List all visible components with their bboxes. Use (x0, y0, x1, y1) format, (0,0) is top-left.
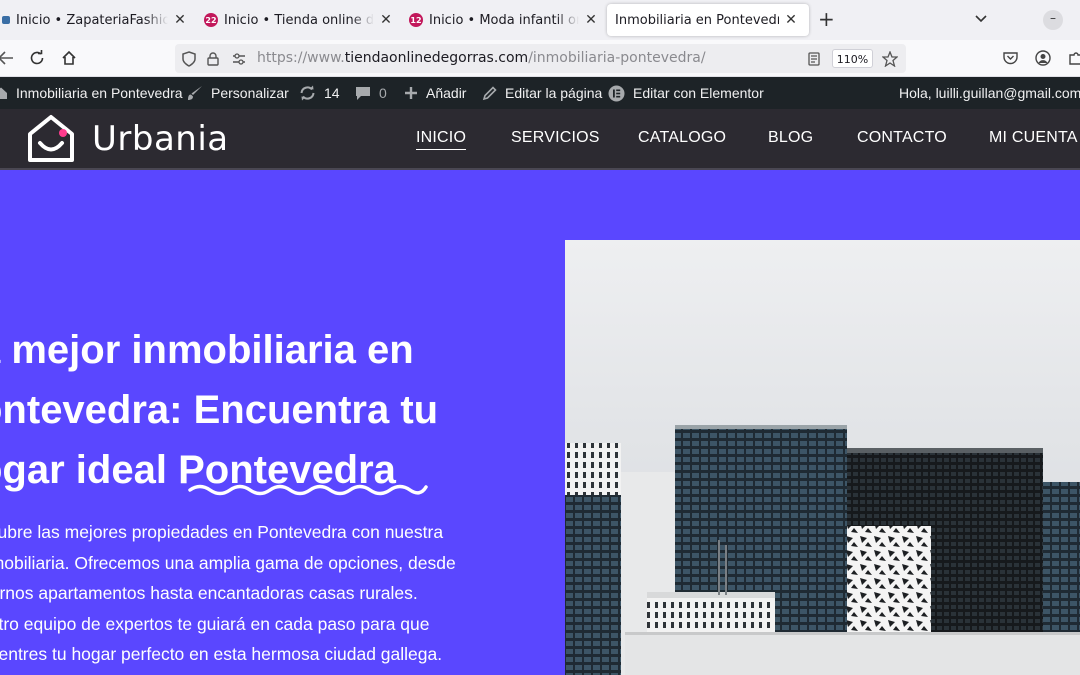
admin-customize-label: Personalizar (211, 85, 289, 101)
logo-text: Urbania (92, 119, 229, 159)
updates-refresh-icon (299, 85, 316, 101)
browser-tab-strip: Inicio • ZapateriaFashion ✕ 22 Inicio • … (0, 0, 1080, 40)
hero-title-line-text: ogar ideal (0, 448, 167, 492)
menu-item-catalogo[interactable]: CATALOGO (638, 129, 726, 147)
tab-inmobiliaria-pontevedra[interactable]: Inmobiliaria en Pontevedra ✕ (607, 4, 809, 36)
browser-nav-bar: https://www.tiendaonlinedegorras.com/inm… (0, 40, 1080, 77)
hero-title-line: ontevedra: Encuentra tu (0, 388, 439, 432)
admin-elementor-label: Editar con Elementor (633, 85, 764, 101)
hero-desc-line: scubre las mejores propiedades en Pontev… (0, 522, 444, 542)
home-icon[interactable] (59, 48, 79, 68)
zoom-level-button[interactable]: 110% (832, 49, 873, 68)
elementor-icon (608, 85, 625, 102)
favicon-icon (2, 16, 10, 24)
tab-title: Inicio • Moda infantil online (429, 12, 579, 28)
admin-updates-count: 14 (324, 85, 340, 101)
hero-title: a mejor inmobiliaria en ontevedra: Encue… (0, 320, 538, 500)
squiggle-underline-decoration (188, 484, 428, 496)
close-tab-icon[interactable]: ✕ (583, 12, 599, 28)
city-buildings-illustration (565, 425, 1080, 675)
hero-desc-line: cuentres tu hogar perfecto en esta hermo… (0, 644, 443, 664)
hero-desc-line: estro equipo de expertos te guiará en ca… (0, 613, 430, 634)
close-tab-icon[interactable]: ✕ (783, 12, 799, 28)
house-smile-logo-icon (28, 115, 74, 162)
favicon-icon: 12 (409, 13, 423, 27)
permissions-icon[interactable] (231, 51, 247, 67)
site-header: Urbania INICIO SERVICIOS CATALOGO BLOG C… (0, 109, 1080, 170)
pencil-icon (482, 85, 497, 101)
brush-icon (187, 85, 203, 101)
admin-add-new[interactable]: Añadir (404, 77, 466, 109)
home-icon (0, 86, 8, 100)
hero-desc-line: dernos apartamentos hasta encantadoras c… (0, 583, 418, 603)
tracking-protection-shield-icon[interactable] (181, 51, 197, 67)
admin-customize[interactable]: Personalizar (187, 77, 289, 109)
admin-updates[interactable]: 14 (299, 77, 340, 109)
close-tab-icon[interactable]: ✕ (378, 12, 394, 28)
tab-title: Inicio • ZapateriaFashion (16, 12, 168, 28)
hero-description: scubre las mejores propiedades en Pontev… (0, 517, 480, 670)
wp-admin-bar: Inmobiliaria en Pontevedra Personalizar … (0, 77, 1080, 109)
tab-title: Inmobiliaria en Pontevedra (615, 12, 779, 28)
hero-section: a mejor inmobiliaria en ontevedra: Encue… (0, 170, 1080, 675)
close-tab-icon[interactable]: ✕ (172, 12, 188, 28)
minimize-window-button[interactable]: – (1043, 10, 1063, 30)
url-prefix: https://www. (257, 50, 345, 66)
admin-add-new-label: Añadir (426, 85, 467, 101)
extensions-icon[interactable] (1066, 48, 1080, 68)
reader-view-icon[interactable] (806, 51, 822, 67)
menu-item-blog[interactable]: BLOG (768, 129, 813, 147)
plus-icon (404, 86, 418, 100)
hero-title-line: a mejor inmobiliaria en (0, 328, 414, 372)
admin-site-name[interactable]: Inmobiliaria en Pontevedra (0, 77, 183, 109)
menu-item-contacto[interactable]: CONTACTO (857, 129, 947, 147)
tab-moda-infantil[interactable]: 12 Inicio • Moda infantil online ✕ (409, 4, 599, 36)
url-path: /inmobiliaria-pontevedra/ (528, 50, 706, 66)
hero-desc-line: nmobiliaria. Ofrecemos una amplia gama d… (0, 552, 456, 573)
comment-bubble-icon (355, 86, 371, 101)
pocket-icon[interactable] (1000, 48, 1020, 68)
admin-edit-page[interactable]: Editar la página (482, 77, 602, 109)
admin-edit-page-label: Editar la página (505, 85, 603, 101)
tab-tienda-gorras[interactable]: 22 Inicio • Tienda online de gorras ✕ (204, 4, 394, 36)
admin-edit-elementor[interactable]: Editar con Elementor (608, 77, 764, 109)
tab-title: Inicio • Tienda online de gorras (224, 12, 374, 28)
admin-site-name-label: Inmobiliaria en Pontevedra (16, 85, 183, 101)
admin-comments-count: 0 (379, 85, 387, 101)
bookmark-star-icon[interactable] (882, 51, 898, 67)
hero-city-buildings-image (565, 240, 1080, 675)
site-logo[interactable]: Urbania (26, 114, 229, 164)
new-tab-button[interactable]: + (818, 9, 835, 29)
favicon-icon: 22 (204, 13, 218, 27)
menu-item-mi-cuenta[interactable]: MI CUENTA (989, 129, 1078, 147)
account-icon[interactable] (1033, 48, 1053, 68)
list-all-tabs-icon[interactable] (975, 12, 987, 26)
tab-zapateriafashion[interactable]: Inicio • ZapateriaFashion ✕ (0, 4, 188, 36)
url-host: tiendaonlinedegorras.com (344, 50, 529, 66)
admin-greeting: Hola, luilli.guillan@gmail.com (899, 85, 1080, 101)
lock-icon[interactable] (205, 51, 221, 67)
admin-comments[interactable]: 0 (355, 77, 387, 109)
back-arrow-icon[interactable] (0, 48, 16, 68)
admin-my-account[interactable]: Hola, luilli.guillan@gmail.com (899, 77, 1080, 109)
url-text: https://www.tiendaonlinedegorras.com/inm… (257, 50, 706, 66)
reload-icon[interactable] (27, 48, 47, 68)
menu-item-inicio[interactable]: INICIO (416, 129, 467, 150)
menu-item-servicios[interactable]: SERVICIOS (511, 129, 600, 147)
url-bar[interactable]: https://www.tiendaonlinedegorras.com/inm… (175, 44, 906, 73)
